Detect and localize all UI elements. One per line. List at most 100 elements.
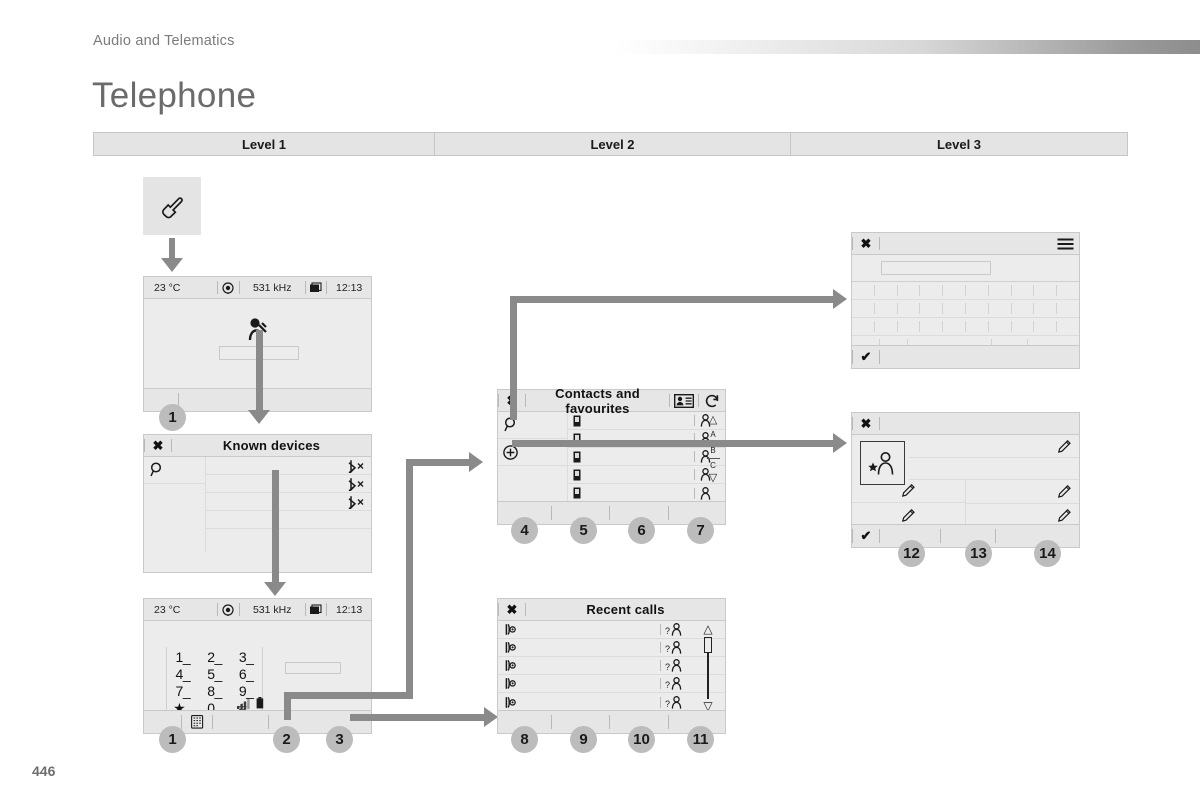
- screen-dialpad[interactable]: 23 °C 531 kHz 12:13 1_ 2_ 3_ 4_ 5_ 6_ 7_: [143, 598, 372, 734]
- bluetooth-disconnect-icon[interactable]: [347, 477, 365, 491]
- screen-recent-calls[interactable]: ✖ Recent calls ? ? ? ? ? △ ▽: [497, 598, 726, 734]
- keyboard-key[interactable]: [920, 321, 944, 332]
- keyboard-key[interactable]: [898, 321, 921, 332]
- keyboard-key[interactable]: [1012, 285, 1035, 296]
- keyboard-key[interactable]: [943, 303, 966, 314]
- dialpad-key[interactable]: 5_: [199, 666, 231, 683]
- keyboard-key[interactable]: [989, 285, 1012, 296]
- keyboard-key[interactable]: [966, 321, 989, 332]
- close-icon[interactable]: ✖: [499, 599, 525, 620]
- dialpad-key[interactable]: 1_: [167, 649, 199, 666]
- keyboard-keys[interactable]: [852, 282, 1079, 354]
- dialpad-key[interactable]: 4_: [167, 666, 199, 683]
- contact-surname-field[interactable]: [909, 457, 1079, 480]
- bluetooth-disconnect-icon[interactable]: [347, 459, 365, 473]
- keyboard-key[interactable]: [1057, 321, 1079, 332]
- keyboard-key[interactable]: [875, 321, 898, 332]
- confirm-icon[interactable]: ✔: [853, 349, 879, 365]
- pencil-edit-icon[interactable]: [902, 508, 915, 522]
- bluetooth-disconnect-icon[interactable]: [347, 495, 365, 509]
- keyboard-key[interactable]: [1012, 321, 1035, 332]
- alpha-scrollbar[interactable]: △ A B C ▽: [703, 412, 723, 504]
- magnifier-icon[interactable]: [150, 462, 164, 478]
- device-row[interactable]: [206, 511, 371, 529]
- vertical-scrollbar[interactable]: △ ▽: [697, 621, 719, 713]
- keyboard-key[interactable]: [1057, 303, 1079, 314]
- pencil-edit-icon[interactable]: [1058, 508, 1071, 522]
- close-icon[interactable]: ✖: [145, 435, 171, 456]
- keyboard-key[interactable]: [920, 285, 944, 296]
- keyboard-key[interactable]: [898, 285, 921, 296]
- keyboard-key[interactable]: [1012, 303, 1035, 314]
- contact-row[interactable]: [568, 448, 725, 466]
- keyboard-key[interactable]: [943, 285, 966, 296]
- close-icon[interactable]: ✖: [853, 233, 879, 254]
- unknown-person-icon: ?: [665, 659, 683, 672]
- screen-contacts-favourites[interactable]: ✖ Contacts and favourites: [497, 386, 726, 525]
- scroll-up-icon[interactable]: △: [709, 412, 717, 428]
- keyboard-input-area[interactable]: [852, 255, 1079, 282]
- keyboard-text-input[interactable]: [881, 261, 991, 275]
- keyboard-key[interactable]: [966, 285, 989, 296]
- contact-name-field[interactable]: [909, 435, 1079, 458]
- refresh-icon[interactable]: [704, 393, 720, 409]
- screen-contact-edit[interactable]: ✖ ✔: [851, 412, 1080, 548]
- keyboard-key[interactable]: [920, 303, 944, 314]
- callout-badge-9: 9: [570, 726, 597, 753]
- keyboard-key[interactable]: [898, 303, 921, 314]
- keyboard-key[interactable]: [875, 303, 898, 314]
- contact-row[interactable]: [568, 412, 725, 430]
- keyboard-key[interactable]: [1034, 303, 1058, 314]
- call-row[interactable]: ?: [498, 675, 725, 693]
- dialpad-key[interactable]: 2_: [199, 649, 231, 666]
- keyboard-key[interactable]: [943, 321, 966, 332]
- contact-card-icon[interactable]: [674, 393, 694, 408]
- confirm-icon[interactable]: ✔: [853, 528, 879, 544]
- contact-number-field-2[interactable]: [966, 479, 1079, 504]
- hamburger-menu-icon[interactable]: [1057, 238, 1074, 250]
- screen-keyboard[interactable]: ✖ ✔: [851, 232, 1080, 369]
- contact-row[interactable]: [568, 484, 725, 502]
- scroll-up-icon[interactable]: △: [703, 621, 712, 637]
- keyboard-key[interactable]: [852, 285, 875, 296]
- device-row[interactable]: [206, 457, 371, 475]
- keyboard-key[interactable]: [966, 303, 989, 314]
- screen-known-devices[interactable]: ✖ Known devices: [143, 434, 372, 573]
- keyboard-key[interactable]: [1034, 285, 1058, 296]
- connector-contacts-to-keyboard-v: [510, 296, 517, 420]
- pencil-edit-icon[interactable]: [1058, 484, 1071, 498]
- keypad-icon[interactable]: [190, 715, 204, 729]
- title-bar: ✖ Contacts and favourites: [498, 386, 725, 416]
- keyboard-key[interactable]: [989, 303, 1012, 314]
- callout-badge-8: 8: [511, 726, 538, 753]
- scroll-thumb[interactable]: [704, 637, 712, 653]
- pencil-edit-icon[interactable]: [902, 484, 915, 497]
- device-row[interactable]: [206, 493, 371, 511]
- dialpad-key[interactable]: 6_: [230, 666, 262, 683]
- call-row[interactable]: ?: [498, 621, 725, 639]
- title-bar: ✖: [852, 233, 1079, 255]
- keyboard-key[interactable]: [1034, 321, 1058, 332]
- dialpad-key[interactable]: 8_: [199, 683, 231, 700]
- call-row[interactable]: ?: [498, 639, 725, 657]
- keyboard-key[interactable]: [852, 303, 875, 314]
- call-log-icon: [504, 623, 517, 636]
- status-bar: 23 °C 531 kHz 12:13: [144, 277, 371, 299]
- scroll-down-icon[interactable]: ▽: [709, 472, 717, 485]
- dialpad-key[interactable]: 3_: [230, 649, 262, 666]
- contact-row[interactable]: [568, 466, 725, 484]
- keyboard-key[interactable]: [852, 321, 875, 332]
- device-row[interactable]: [206, 475, 371, 493]
- pencil-edit-icon[interactable]: [1058, 439, 1071, 453]
- keyboard-key[interactable]: [875, 285, 898, 296]
- close-icon[interactable]: ✖: [853, 413, 879, 434]
- call-row[interactable]: ?: [498, 657, 725, 675]
- keyboard-key[interactable]: [989, 321, 1012, 332]
- dialpad-key[interactable]: 7_: [167, 683, 199, 700]
- dialpad-number-field[interactable]: [285, 662, 341, 674]
- alpha-letter[interactable]: C: [710, 460, 716, 472]
- telephone-menu-tile[interactable]: [143, 177, 201, 235]
- contact-number-field-1[interactable]: [852, 479, 966, 503]
- keyboard-key[interactable]: [1057, 285, 1079, 296]
- call-row[interactable]: ?: [498, 693, 725, 711]
